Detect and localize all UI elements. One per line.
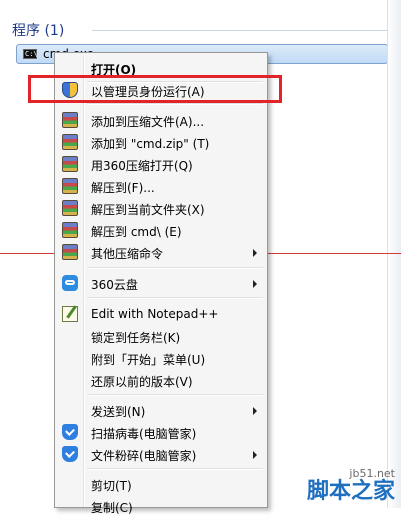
menu-item-pin-start[interactable]: 附到「开始」菜单(U) [57, 347, 265, 369]
winrar-icon [62, 244, 78, 260]
shield-icon [62, 424, 78, 440]
menu-item-label: 扫描病毒(电脑管家) [91, 427, 197, 441]
submenu-arrow-icon [253, 280, 257, 288]
watermark-brand: 脚本之家 [306, 479, 395, 504]
menu-item-label: 360云盘 [91, 278, 138, 292]
menu-item-extract-to-cmd[interactable]: 解压到 cmd\ (E) [57, 219, 265, 241]
menu-item-extract-to[interactable]: 解压到(F)... [57, 175, 265, 197]
menu-item-label: 添加到压缩文件(A)... [91, 115, 205, 129]
cmd-icon: C:\ [23, 49, 38, 59]
menu-item-label: 解压到当前文件夹(X) [91, 203, 205, 217]
menu-item-restore-versions[interactable]: 还原以前的版本(V) [57, 369, 265, 391]
programs-section-title: 程序 (1) [12, 23, 65, 39]
menu-item-open-with-360zip[interactable]: 用360压缩打开(Q) [57, 153, 265, 175]
cloud-icon [62, 275, 78, 291]
menu-separator [87, 297, 263, 299]
menu-item-label: 文件粉碎(电脑管家) [91, 449, 197, 463]
menu-item-label: 添加到 "cmd.zip" (T) [91, 137, 210, 151]
menu-item-label: 解压到 cmd\ (E) [91, 225, 182, 239]
context-menu: 打开(O) 以管理员身份运行(A) 添加到压缩文件(A)... 添加到 "cmd… [54, 52, 268, 515]
menu-separator [87, 394, 263, 396]
panel-scroll-edge [387, 0, 401, 508]
menu-item-label: 其他压缩命令 [91, 247, 164, 261]
menu-item-label: 还原以前的版本(V) [91, 375, 193, 389]
menu-separator [87, 468, 263, 470]
menu-item-other-compress[interactable]: 其他压缩命令 [57, 241, 265, 263]
menu-item-pin-taskbar[interactable]: 锁定到任务栏(K) [57, 325, 265, 347]
winrar-icon [62, 156, 78, 172]
menu-item-label: 剪切(T) [91, 479, 132, 493]
winrar-icon [62, 134, 78, 150]
notepad-icon [62, 306, 78, 322]
menu-item-360-cloud[interactable]: 360云盘 [57, 272, 265, 294]
menu-item-edit-notepadpp[interactable]: Edit with Notepad++ [57, 303, 265, 325]
menu-item-extract-here[interactable]: 解压到当前文件夹(X) [57, 197, 265, 219]
menu-item-add-to-archive[interactable]: 添加到压缩文件(A)... [57, 109, 265, 131]
submenu-arrow-icon [253, 407, 257, 415]
highlight-box-run-as-admin [28, 75, 282, 103]
menu-item-copy[interactable]: 复制(C) [57, 495, 265, 517]
menu-item-label: 发送到(N) [91, 405, 146, 419]
menu-item-label: Edit with Notepad++ [91, 307, 219, 321]
menu-separator [87, 103, 263, 105]
menu-item-file-shredder[interactable]: 文件粉碎(电脑管家) [57, 443, 265, 465]
winrar-icon [62, 222, 78, 238]
winrar-icon [62, 112, 78, 128]
menu-item-send-to[interactable]: 发送到(N) [57, 399, 265, 421]
menu-item-label: 解压到(F)... [91, 181, 155, 195]
submenu-arrow-icon [253, 249, 257, 257]
menu-item-label: 用360压缩打开(Q) [91, 159, 193, 173]
watermark: jb51.net 脚本之家 [307, 467, 395, 504]
menu-item-scan-virus[interactable]: 扫描病毒(电脑管家) [57, 421, 265, 443]
winrar-icon [62, 178, 78, 194]
winrar-icon [62, 200, 78, 216]
menu-item-label: 锁定到任务栏(K) [91, 331, 181, 345]
menu-item-label: 附到「开始」菜单(U) [91, 353, 206, 367]
submenu-arrow-icon [253, 451, 257, 459]
section-divider [92, 30, 388, 31]
menu-separator [87, 267, 263, 269]
menu-item-add-to-cmd-zip[interactable]: 添加到 "cmd.zip" (T) [57, 131, 265, 153]
menu-item-cut[interactable]: 剪切(T) [57, 473, 265, 495]
shield-icon [62, 446, 78, 462]
